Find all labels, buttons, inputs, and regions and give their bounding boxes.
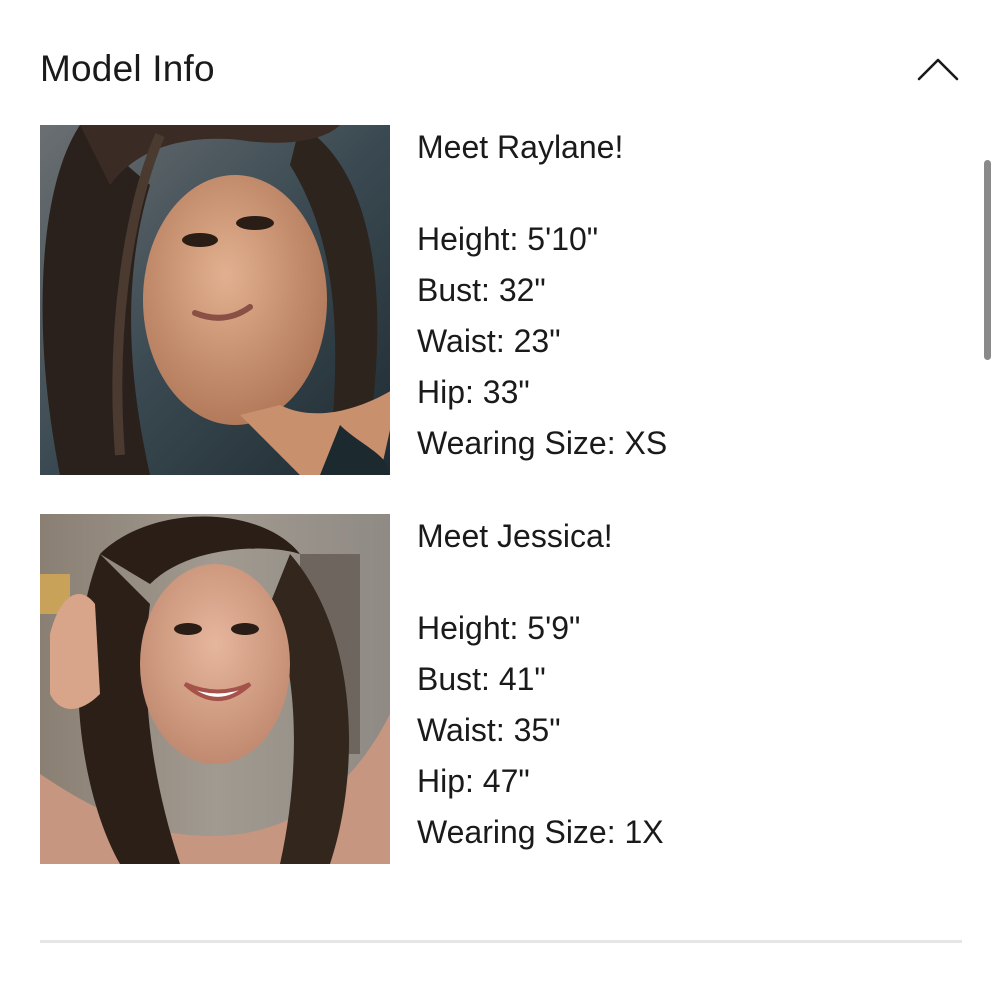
model-intro: Meet Jessica!: [417, 518, 613, 554]
model-hip: Hip: 47": [417, 763, 530, 799]
chevron-up-icon: [917, 58, 959, 81]
model-info-raylane: Meet Raylane! Height: 5'10" Bust: 32" Wa…: [417, 125, 937, 469]
model-height: Height: 5'9": [417, 610, 581, 646]
model-photo-jessica: [40, 514, 390, 864]
model-waist: Waist: 35": [417, 712, 561, 748]
model-wearing-size: Wearing Size: 1X: [417, 814, 664, 850]
model-wearing-size: Wearing Size: XS: [417, 425, 668, 461]
model-photo-raylane: [40, 125, 390, 475]
model-waist: Waist: 23": [417, 323, 561, 359]
model-height: Height: 5'10": [417, 221, 599, 257]
model-info-jessica: Meet Jessica! Height: 5'9" Bust: 41" Wai…: [417, 514, 937, 858]
model-intro: Meet Raylane!: [417, 129, 624, 165]
section-divider: [40, 940, 962, 943]
model-info-panel: Model Info Meet Raylane! Height: 5'10" B…: [0, 0, 1000, 1000]
model-bust: Bust: 41": [417, 661, 546, 697]
model-bust: Bust: 32": [417, 272, 546, 308]
section-header[interactable]: Model Info: [40, 44, 960, 94]
scrollbar-thumb[interactable]: [984, 160, 991, 360]
section-title: Model Info: [40, 48, 215, 89]
model-hip: Hip: 33": [417, 374, 530, 410]
collapse-button[interactable]: [916, 48, 960, 88]
model-card-jessica: Meet Jessica! Height: 5'9" Bust: 41" Wai…: [40, 514, 960, 864]
model-card-raylane: Meet Raylane! Height: 5'10" Bust: 32" Wa…: [40, 125, 960, 475]
